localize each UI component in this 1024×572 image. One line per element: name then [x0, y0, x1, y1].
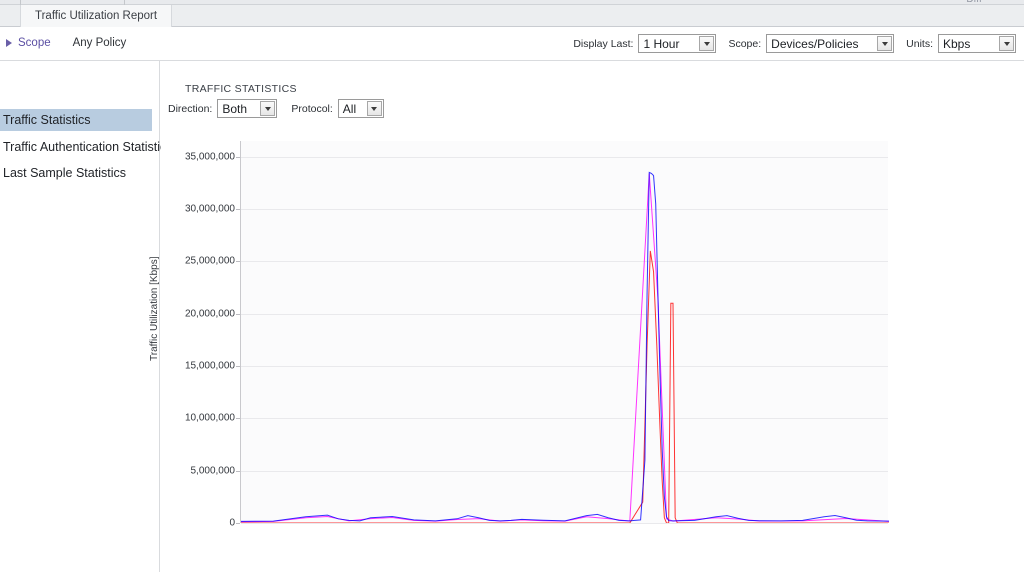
chart-y-tick-label: 30,000,000 [184, 203, 235, 215]
scope-field-label: Scope: [728, 37, 762, 50]
toolbar-controls: Display Last: 1 Hour Scope: Devices/Poli… [561, 34, 1016, 53]
chart-y-tick-mark [236, 209, 240, 211]
report-sidebar: Traffic Statistics Traffic Authenticatio… [0, 61, 173, 572]
tab-label: Traffic Utilization Report [35, 10, 158, 22]
chart-y-tick-label: 15,000,000 [184, 360, 235, 372]
units-select[interactable]: Kbps [938, 34, 1016, 53]
chart-series-line [241, 251, 889, 523]
chart-y-tick-label: 5,000,000 [190, 465, 236, 477]
chart-y-tick-mark [236, 418, 240, 420]
chart-y-tick-mark [236, 366, 240, 367]
chart-y-tick-mark [236, 313, 240, 315]
scope-select[interactable]: Devices/Policies [766, 34, 895, 53]
chevron-down-icon[interactable] [877, 36, 893, 51]
chart-y-tick-mark [236, 156, 240, 158]
traffic-utilization-chart: 0 5,000,000 10,000,000 15,000,000 20,000,000… [149, 61, 1024, 572]
display-last-field: Display Last: 1 Hour [573, 34, 717, 53]
chart-plot-area [240, 141, 889, 524]
chevron-down-icon[interactable] [999, 36, 1014, 51]
chart-series-layer [241, 141, 889, 523]
chart-y-tick-label: 25,000,000 [184, 255, 235, 267]
units-label: Units: [906, 37, 933, 50]
sidebar-item-last-sample-statistics[interactable]: Last Sample Statistics [0, 162, 152, 184]
chart-series-line [241, 172, 889, 521]
policy-label: Any Policy [72, 37, 127, 49]
sidebar-item-label: Traffic Authentication Statistics [3, 140, 173, 154]
scope-field: Scope: Devices/Policies [728, 34, 895, 53]
chart-y-tick-mark [236, 261, 240, 263]
sidebar-item-traffic-authentication-statistics[interactable]: Traffic Authentication Statistics [0, 136, 173, 158]
scope-link[interactable]: Scope [18, 37, 51, 49]
chart-y-tick-label: 35,000,000 [184, 151, 235, 163]
units-value: Kbps [943, 36, 971, 51]
sidebar-item-label: Last Sample Statistics [3, 166, 126, 180]
chart-series-line [241, 173, 889, 521]
chart-gridline [241, 523, 888, 524]
triangle-right-icon[interactable] [6, 39, 12, 47]
traffic-utilization-report-page: Diff Traffic Utilization Report Scope An… [0, 0, 1024, 572]
report-toolbar: Scope Any Policy Display Last: 1 Hour Sc… [0, 28, 1024, 61]
display-last-label: Display Last: [573, 37, 634, 50]
chart-y-tick-label: 10,000,000 [184, 412, 235, 424]
chart-y-axis-ticks: 0 5,000,000 10,000,000 15,000,000 20,000,000… [161, 61, 240, 572]
chart-y-tick-mark [236, 470, 240, 472]
sidebar-item-traffic-statistics[interactable]: Traffic Statistics [0, 109, 152, 131]
chart-y-axis-label: Traffic Utilization [Kbps] [149, 256, 160, 361]
units-field: Units: Kbps [906, 34, 1016, 53]
chart-y-tick-label: 20,000,000 [184, 308, 235, 320]
scope-group: Scope Any Policy [6, 37, 126, 49]
display-last-value: 1 Hour [643, 36, 680, 51]
display-last-select[interactable]: 1 Hour [638, 34, 717, 53]
chart-y-tick-label: 0 [229, 517, 235, 529]
tab-traffic-utilization-report[interactable]: Traffic Utilization Report [20, 5, 173, 27]
tab-strip: Traffic Utilization Report [0, 5, 1024, 27]
chart-y-tick-mark [236, 523, 240, 524]
chevron-down-icon[interactable] [699, 36, 715, 51]
scope-field-value: Devices/Policies [771, 36, 859, 51]
report-content: TRAFFIC STATISTICS Direction: Both Proto… [149, 61, 1024, 572]
sidebar-item-label: Traffic Statistics [3, 113, 91, 127]
